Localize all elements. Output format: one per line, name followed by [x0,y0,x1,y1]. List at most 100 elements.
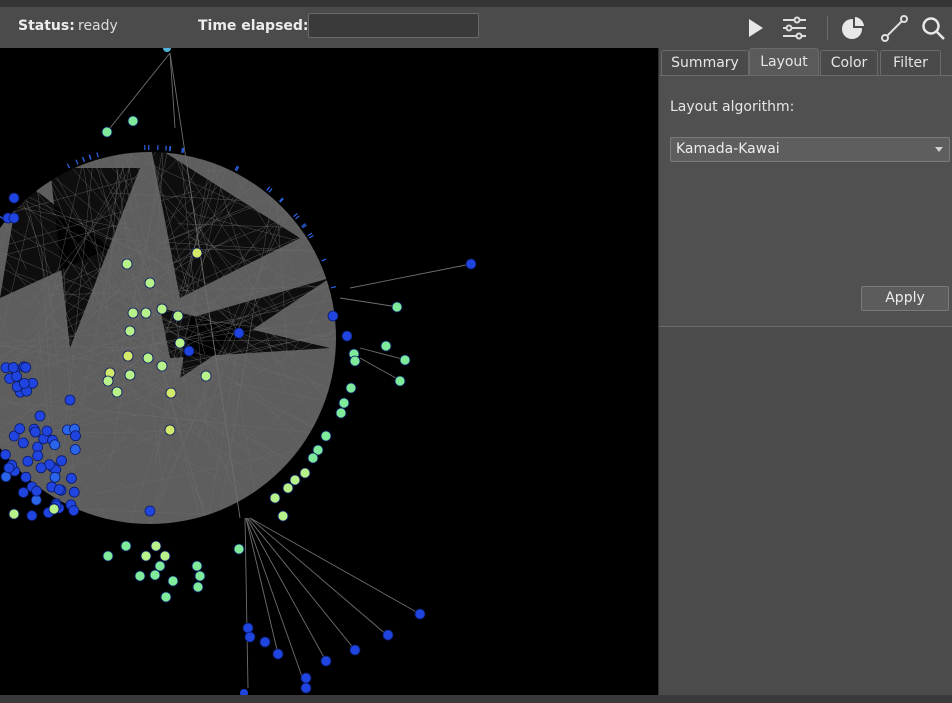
graph-node [380,340,392,352]
panel-tabs: Summary Layout Color Filter [659,48,952,76]
graph-node [149,569,161,581]
sliders-icon[interactable] [779,13,809,43]
graph-edge-out [246,517,327,662]
graph-node [194,570,206,582]
graph-node [172,310,184,322]
layout-algorithm-label: Layout algorithm: [670,99,795,115]
graph-edge-out [244,517,249,689]
graph-node [48,503,60,515]
graph-node [200,370,212,382]
graph-node [34,410,46,422]
graph-node [49,439,61,451]
toolbar-separator [827,16,828,40]
tab-filter[interactable]: Filter [880,50,941,75]
graph-node [66,472,77,484]
graph-node [242,622,254,634]
layout-algorithm-select[interactable]: Kamada-Kawai [670,137,950,162]
graph-node [414,608,426,620]
graph-edge-out [339,297,399,308]
graph-node [68,486,80,498]
graph-edge-out [109,52,171,129]
time-elapsed-field [308,13,479,38]
graph-node [102,375,114,387]
graph-canvas[interactable] [0,48,658,695]
graph-node [183,345,195,357]
graph-rim-tick [82,156,85,163]
graph-node [299,467,311,479]
graph-node [29,426,41,438]
graph-node [382,629,394,641]
tab-color[interactable]: Color [820,50,878,75]
graph-rim-tick [168,145,171,152]
graph-node [140,550,152,562]
graph-node [154,560,166,572]
graph-node [18,377,30,389]
graph-node [159,550,171,562]
graph-node [164,424,176,436]
graph-node [349,355,361,367]
pie-chart-icon[interactable] [838,13,868,43]
layout-pane: Layout algorithm: Kamada-Kawai Apply [659,75,952,327]
graph-node [111,386,123,398]
tab-summary[interactable]: Summary [661,50,749,75]
graph-node [18,487,29,498]
graph-node [300,682,312,694]
graph-node [35,462,47,474]
graph-rim-tick [331,285,337,289]
graph-node [0,449,11,461]
graph-node [341,330,353,342]
graph-node [22,455,34,467]
graph-node [399,354,411,366]
graph-node [165,387,177,399]
graph-node [335,407,347,419]
graph-node [269,492,281,504]
status-strip-bottom [0,695,952,703]
status-value: ready [78,18,118,34]
graph-node [120,540,132,552]
graph-node [192,581,204,593]
graph-node [31,485,42,497]
graph-node [3,462,15,474]
graph-node [277,510,289,522]
graph-rim-tick [308,234,314,239]
graph-rim-tick [295,215,300,220]
graph-rim-tick [75,159,79,165]
graph-node [68,505,80,516]
graph-node [56,455,67,467]
graph-node [7,362,19,373]
graph-node [320,430,332,442]
graph-node [14,423,26,435]
graph-node [124,369,136,381]
graph-node [0,471,12,483]
graph-node [320,655,332,667]
graph-node [144,277,156,289]
graph-edge-out [359,357,402,382]
graph-edge-out [249,517,421,615]
apply-button[interactable]: Apply [861,286,949,311]
graph-rim-tick [307,232,313,237]
graph-node [11,370,22,382]
status-label: Status: [18,18,75,34]
graph-node [127,115,139,127]
graph-node [142,352,154,364]
search-icon[interactable] [918,13,948,43]
graph-rim-tick [293,212,298,218]
graph-node [160,591,172,603]
tab-layout[interactable]: Layout [749,48,819,76]
graph-node [122,350,134,362]
graph-rim-tick [88,154,92,160]
chevron-down-icon [935,147,943,152]
graph-node [140,307,152,319]
graph-node [156,360,168,372]
graph-node [244,631,256,643]
graph-node [394,375,406,387]
graph-node [124,325,136,337]
play-icon[interactable] [740,13,770,43]
graph-rim-tick [181,147,184,153]
graph-node [150,540,162,552]
graph-edge-out [247,517,356,651]
edge-line-icon[interactable] [879,13,909,43]
graph-node [259,636,271,648]
graph-edge-out [245,517,307,689]
graph-node [233,327,245,339]
